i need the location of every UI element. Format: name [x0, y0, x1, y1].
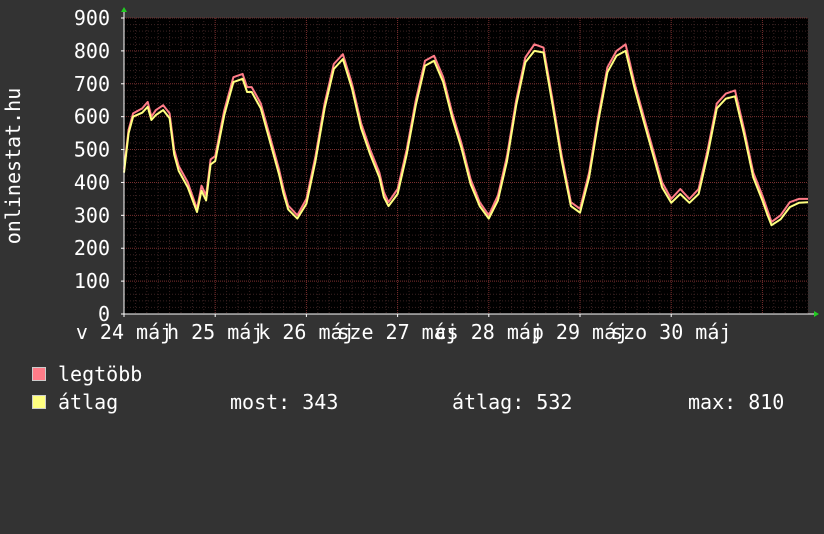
y-tick-label: 200	[74, 236, 110, 260]
y-tick-label: 800	[74, 39, 110, 63]
x-tick-label: h 25 máj	[167, 320, 263, 344]
legend-item-max: legtöbb	[32, 362, 142, 386]
x-tick-label: cs 28 máj	[435, 320, 543, 344]
y-axis-arrow	[121, 7, 127, 12]
y-tick-labels: 0100200300400500600700800900	[74, 6, 110, 326]
y-tick-label: 700	[74, 72, 110, 96]
legend-swatch-max	[32, 367, 46, 381]
site-label: onlinestat.hu	[1, 88, 25, 245]
stat-now: most: 343	[230, 390, 339, 414]
x-axis-arrow	[814, 311, 819, 317]
y-tick-label: 400	[74, 170, 110, 194]
y-tick-label: 600	[74, 105, 110, 129]
stat-max: max: 810	[688, 390, 785, 414]
legend-label-avg: átlag	[58, 390, 119, 414]
y-tick-label: 100	[74, 269, 110, 293]
legend-item-avg: átlag most: 343 átlag: 532 max: 810	[32, 390, 812, 414]
stat-avg: átlag: 532	[452, 390, 573, 414]
y-tick-label: 500	[74, 138, 110, 162]
legend-swatch-avg	[32, 395, 46, 409]
x-tick-label: szo 30 máj	[611, 320, 731, 344]
x-tick-labels: v 24 májh 25 májk 26 májsze 27 májcs 28 …	[76, 320, 732, 344]
legend-label-max: legtöbb	[58, 362, 143, 386]
x-tick-label: v 24 máj	[76, 320, 172, 344]
y-tick-label: 300	[74, 203, 110, 227]
y-tick-label: 900	[74, 6, 110, 30]
